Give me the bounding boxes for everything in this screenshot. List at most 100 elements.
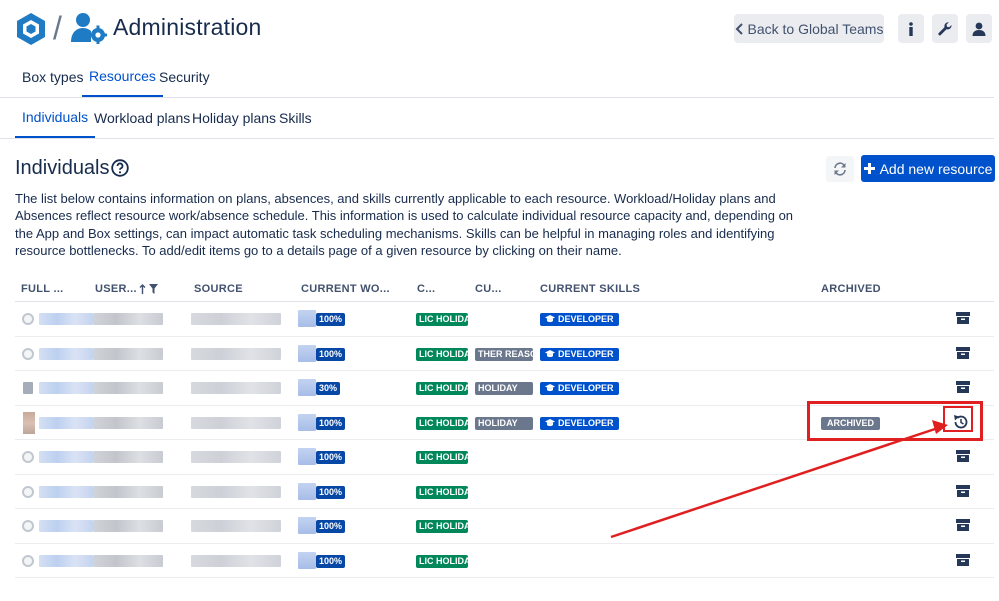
- archive-icon[interactable]: [956, 553, 970, 567]
- chevron-left-icon: [735, 22, 743, 35]
- column-current-workload[interactable]: CURRENT WO...: [301, 283, 390, 295]
- archive-icon[interactable]: [956, 380, 970, 394]
- column-user[interactable]: USER...: [95, 283, 137, 295]
- column-full-name[interactable]: FULL ...: [21, 283, 64, 295]
- workload-bar: [298, 551, 316, 569]
- user-profile-button[interactable]: [966, 14, 992, 43]
- help-icon[interactable]: [111, 159, 129, 177]
- tab-skills[interactable]: Skills: [272, 98, 319, 138]
- redacted-username: [93, 451, 163, 463]
- add-button-label: Add new resource: [879, 160, 993, 177]
- workload-percent: 100%: [316, 313, 346, 326]
- column-current-absence[interactable]: CU...: [475, 283, 502, 295]
- redacted-username: [93, 347, 163, 360]
- redacted-full-name[interactable]: [39, 554, 93, 567]
- sub-tabs: Individuals Workload plans Holiday plans…: [0, 98, 994, 139]
- holiday-plan-lozenge: LIC HOLIDAY: [416, 416, 468, 430]
- info-button[interactable]: [898, 14, 924, 43]
- graduation-cap-icon: [545, 384, 555, 392]
- holiday-plan-lozenge: LIC HOLIDAY: [416, 347, 468, 361]
- avatar: [23, 382, 33, 394]
- redacted-full-name[interactable]: [39, 382, 93, 394]
- redacted-source: [191, 313, 281, 325]
- redacted-source: [191, 451, 281, 463]
- table-row[interactable]: 100% LIC HOLIDAY THER REASO DEVELOPER: [15, 337, 994, 371]
- archive-icon[interactable]: [956, 346, 970, 360]
- redacted-username: [93, 554, 163, 567]
- table-header: FULL ... USER... SOURCE CURRENT WO... C.…: [15, 279, 994, 302]
- refresh-button[interactable]: [826, 156, 854, 182]
- column-source[interactable]: SOURCE: [194, 283, 243, 295]
- column-current-skills[interactable]: CURRENT SKILLS: [540, 283, 640, 295]
- sort-ascending-icon[interactable]: [139, 284, 146, 294]
- settings-button[interactable]: [932, 14, 958, 43]
- workload-percent: 100%: [316, 554, 346, 568]
- tab-resources[interactable]: Resources: [82, 57, 163, 97]
- avatar: [22, 485, 34, 498]
- skill-label: DEVELOPER: [558, 314, 614, 324]
- redacted-full-name[interactable]: [39, 520, 93, 532]
- workload-percent: 100%: [316, 485, 346, 499]
- back-to-global-teams-button[interactable]: Back to Global Teams: [734, 14, 884, 43]
- tab-security[interactable]: Security: [152, 57, 217, 97]
- table-row[interactable]: 100% LIC HOLIDAY: [15, 440, 994, 475]
- absence-lozenge: THER REASO: [475, 347, 533, 361]
- archive-icon[interactable]: [956, 484, 970, 498]
- tab-individuals[interactable]: Individuals: [15, 98, 96, 138]
- tab-box-types[interactable]: Box types: [15, 57, 90, 97]
- redacted-username: [93, 382, 163, 394]
- redacted-username: [93, 520, 163, 532]
- redacted-source: [191, 554, 281, 567]
- redacted-full-name[interactable]: [39, 416, 93, 429]
- avatar: [22, 520, 34, 532]
- workload-percent: 100%: [316, 520, 346, 533]
- graduation-cap-icon: [545, 315, 555, 323]
- annotation-restore-box: [943, 406, 973, 432]
- avatar: [22, 554, 34, 567]
- graduation-cap-icon: [545, 418, 555, 426]
- workload-bar: [298, 379, 316, 396]
- avatar: [22, 451, 34, 463]
- archive-icon[interactable]: [956, 449, 970, 463]
- redacted-full-name[interactable]: [39, 347, 93, 360]
- tab-workload-plans[interactable]: Workload plans: [87, 98, 197, 138]
- redacted-full-name[interactable]: [39, 485, 93, 498]
- user-icon: [972, 22, 986, 36]
- absence-lozenge: HOLIDAY: [475, 416, 533, 430]
- holiday-plan-lozenge: LIC HOLIDAY: [416, 313, 468, 326]
- wrench-icon: [938, 21, 952, 35]
- archive-icon[interactable]: [956, 518, 970, 532]
- table-row[interactable]: 100% LIC HOLIDAY: [15, 544, 994, 578]
- redacted-source: [191, 382, 281, 394]
- column-archived[interactable]: ARCHIVED: [821, 283, 881, 295]
- table-row[interactable]: 100% LIC HOLIDAY DEVELOPER: [15, 302, 994, 337]
- table-row[interactable]: 100% LIC HOLIDAY: [15, 509, 994, 544]
- tab-holiday-plans[interactable]: Holiday plans: [185, 98, 283, 138]
- column-current-holiday[interactable]: C...: [417, 283, 435, 295]
- info-icon: [909, 21, 913, 36]
- breadcrumb-separator: /: [53, 10, 62, 46]
- redacted-full-name[interactable]: [39, 313, 93, 325]
- workload-percent: 30%: [316, 382, 341, 395]
- redacted-full-name[interactable]: [39, 451, 93, 463]
- cube-logo-icon[interactable]: [14, 12, 48, 46]
- workload-bar: [298, 517, 316, 534]
- avatar: [22, 313, 34, 325]
- graduation-cap-icon: [545, 349, 555, 357]
- skill-lozenge: DEVELOPER: [540, 313, 619, 326]
- filter-icon[interactable]: [149, 284, 158, 294]
- archive-icon[interactable]: [956, 311, 970, 325]
- add-new-resource-button[interactable]: Add new resource: [861, 155, 995, 182]
- avatar: [23, 411, 35, 434]
- holiday-plan-lozenge: LIC HOLIDAY: [416, 451, 468, 464]
- holiday-plan-lozenge: LIC HOLIDAY: [416, 554, 468, 568]
- workload-percent: 100%: [316, 416, 346, 430]
- holiday-plan-lozenge: LIC HOLIDAY: [416, 520, 468, 533]
- skill-label: DEVELOPER: [558, 383, 614, 393]
- main-tabs: Box types Resources Security: [0, 57, 994, 98]
- skill-lozenge: DEVELOPER: [540, 347, 619, 361]
- table-row[interactable]: 100% LIC HOLIDAY: [15, 475, 994, 509]
- refresh-icon: [834, 162, 846, 176]
- workload-bar: [298, 482, 316, 500]
- workload-bar: [298, 448, 316, 465]
